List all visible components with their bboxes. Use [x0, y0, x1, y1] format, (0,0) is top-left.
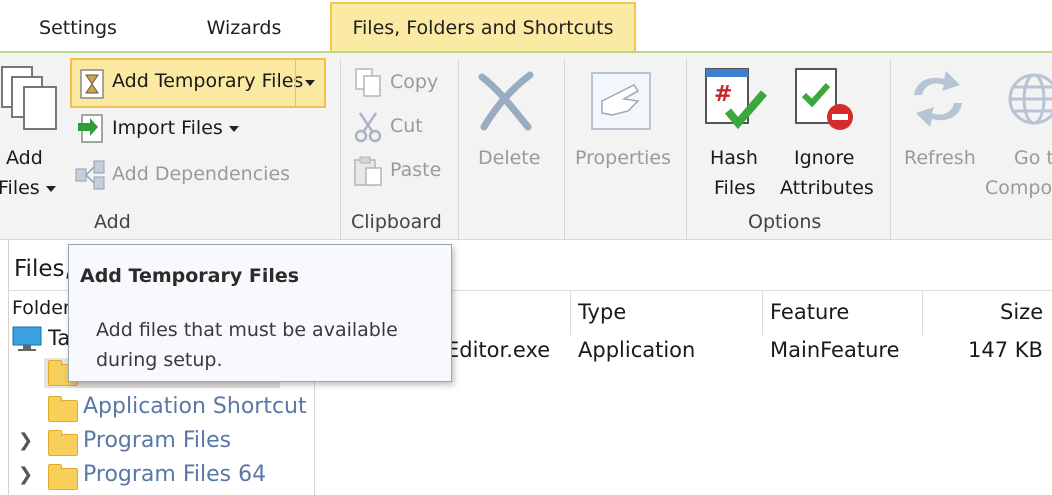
- folder-icon: [48, 396, 78, 422]
- add-dependencies-button[interactable]: Add Dependencies: [72, 155, 302, 195]
- add-temporary-files-label: Add Temporary Files: [112, 70, 304, 92]
- pane-title: Files,: [14, 256, 72, 282]
- copy-button[interactable]: Copy: [350, 67, 450, 103]
- svg-text:#: #: [714, 82, 732, 107]
- chevron-right-icon[interactable]: ❯: [18, 430, 33, 451]
- tree-item-label: Application Shortcut: [83, 394, 307, 419]
- column-header-feature[interactable]: Feature: [770, 300, 849, 324]
- group-divider: [564, 59, 565, 239]
- group-divider: [890, 59, 891, 239]
- monitor-icon: [12, 326, 42, 351]
- hash-files-icon: #: [705, 68, 768, 130]
- cell-feature: MainFeature: [770, 338, 900, 362]
- refresh-icon: [914, 71, 962, 127]
- copy-label: Copy: [390, 71, 439, 93]
- paste-button[interactable]: Paste: [350, 155, 450, 191]
- copy-icon: [355, 68, 381, 97]
- group-divider: [340, 59, 341, 239]
- cut-button[interactable]: Cut: [350, 111, 450, 147]
- refresh-label: Refresh: [904, 147, 976, 169]
- refresh-button[interactable]: Refresh: [898, 59, 980, 179]
- properties-label: Properties: [575, 147, 672, 169]
- tab-wizards[interactable]: Wizards: [180, 4, 308, 48]
- tree-item-label: Program Files 64: [83, 462, 267, 487]
- tooltip-body: Add files that must be available during …: [96, 319, 398, 371]
- dependencies-icon: [75, 160, 105, 190]
- add-temporary-files-dropdown[interactable]: [295, 60, 324, 106]
- group-label-clipboard: Clipboard: [351, 211, 442, 233]
- go-to-component-label-1: Go t: [1014, 147, 1052, 169]
- paste-icon: [354, 156, 382, 186]
- add-temporary-files-button[interactable]: Add Temporary Files: [70, 58, 326, 108]
- cell-size: 147 KB: [968, 338, 1043, 362]
- ribbon-panel: Add Files Add Temporary Files Import Fil…: [0, 53, 1052, 240]
- delete-label: Delete: [478, 147, 541, 169]
- scissors-icon: [354, 112, 382, 143]
- tooltip-title: Add Temporary Files: [80, 265, 300, 287]
- group-divider: [458, 59, 459, 239]
- column-divider[interactable]: [570, 291, 571, 335]
- cell-type: Application: [578, 338, 696, 362]
- ignore-attributes-button[interactable]: Ignore Attributes: [776, 59, 880, 199]
- tree-root-label: Ta: [48, 326, 71, 350]
- properties-button[interactable]: Properties: [572, 59, 676, 179]
- group-label-add: Add: [94, 211, 131, 233]
- column-divider[interactable]: [922, 291, 923, 335]
- tree-item-program-files[interactable]: ❯ Program Files: [18, 428, 314, 458]
- column-header-type[interactable]: Type: [578, 300, 626, 324]
- properties-icon: [591, 72, 651, 130]
- group-divider: [686, 59, 687, 239]
- add-files-label-2: Files: [0, 177, 56, 199]
- ignore-attributes-icon: [795, 68, 853, 130]
- hourglass-file-icon: [80, 69, 104, 99]
- chevron-right-icon[interactable]: ❯: [18, 464, 33, 485]
- tree-item-label: Program Files: [83, 428, 232, 453]
- ignore-attributes-label-2: Attributes: [780, 177, 874, 199]
- hash-files-label-2: Files: [714, 177, 756, 199]
- tree-item-program-files-64[interactable]: ❯ Program Files 64: [18, 462, 314, 492]
- add-dependencies-label: Add Dependencies: [112, 163, 291, 185]
- add-files-label-1: Add: [6, 147, 43, 169]
- delete-button[interactable]: Delete: [466, 59, 552, 179]
- ribbon-tab-bar: Settings Wizards Files, Folders and Shor…: [0, 0, 1052, 52]
- paste-label: Paste: [390, 159, 442, 181]
- folder-icon: [48, 430, 78, 456]
- tab-files-folders-shortcuts[interactable]: Files, Folders and Shortcuts: [330, 2, 636, 52]
- group-label-options: Options: [748, 211, 822, 233]
- import-files-button[interactable]: Import Files: [72, 109, 252, 149]
- import-files-icon: [78, 114, 103, 143]
- globe-icon: [1008, 73, 1052, 125]
- go-to-component-button[interactable]: Go t Compo: [982, 59, 1052, 199]
- column-header-size[interactable]: Size: [1000, 300, 1043, 324]
- column-divider[interactable]: [762, 291, 763, 335]
- chevron-down-icon: [45, 185, 56, 192]
- folder-icon: [48, 464, 78, 490]
- add-files-icon: [1, 66, 57, 130]
- go-to-component-label-2: Compo: [985, 177, 1052, 199]
- chevron-down-icon: [305, 80, 315, 86]
- cell-name: Editor.exe: [446, 338, 551, 362]
- cut-label: Cut: [390, 115, 423, 137]
- delete-x-icon: [478, 71, 534, 131]
- tooltip: Add Temporary Files Add files that must …: [68, 244, 452, 382]
- hash-files-label-1: Hash: [710, 147, 758, 169]
- add-files-button[interactable]: Add Files: [0, 59, 62, 199]
- chevron-down-icon: [228, 125, 239, 132]
- import-files-label: Import Files: [112, 117, 239, 139]
- folder-column-header[interactable]: Folder: [12, 297, 71, 319]
- ignore-attributes-label-1: Ignore: [794, 147, 855, 169]
- tree-item-application-shortcut[interactable]: Application Shortcut: [44, 394, 314, 424]
- tab-settings[interactable]: Settings: [14, 4, 142, 48]
- hash-files-button[interactable]: # Hash Files: [696, 59, 774, 199]
